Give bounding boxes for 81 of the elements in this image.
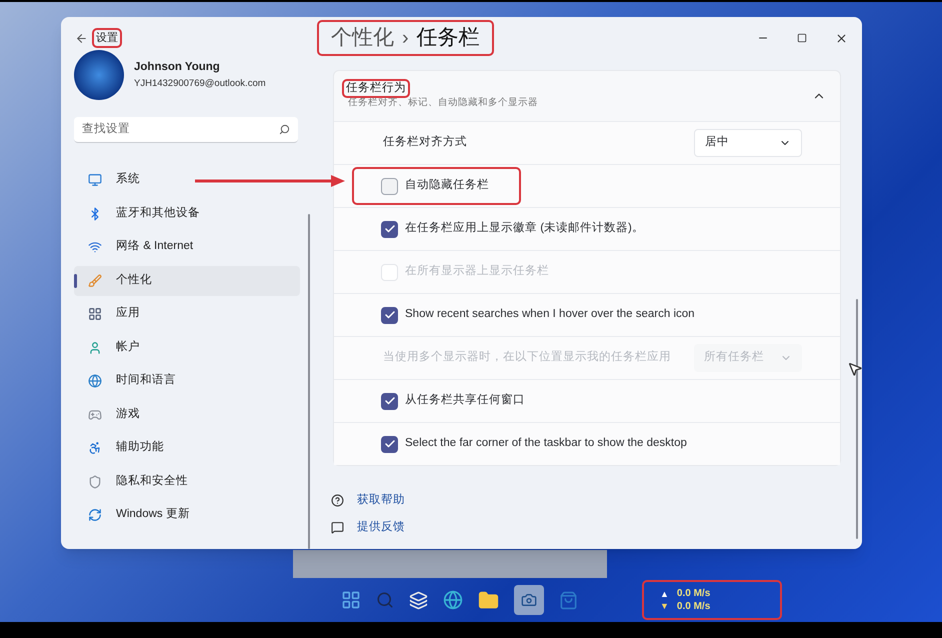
brush-icon [88,274,102,288]
download-speed: 0.0 M/s [676,600,710,613]
nav-label: 帐户 [116,339,140,355]
feedback-icon [331,521,344,534]
breadcrumb-separator: › [402,26,409,51]
start-icon[interactable] [341,590,361,610]
nav-item[interactable]: 个性化 [74,266,300,296]
nav-item[interactable]: 隐私和安全性 [74,466,300,496]
selection-indicator [74,274,77,288]
apps-grid-icon [88,307,102,321]
person-icon [88,340,102,354]
help-link[interactable]: 提供反馈 [357,519,405,536]
globe-icon [88,374,102,388]
accessibility-icon [88,441,102,455]
nav-label: 蓝牙和其他设备 [116,206,200,221]
user-email: YJH1432900769@outlook.com [134,76,266,90]
browser-icon[interactable] [443,590,463,610]
checkbox-label: 自动隐藏任务栏 [405,178,489,194]
upload-speed: 0.0 M/s [676,587,710,600]
setting-label: 任务栏对齐方式 [383,134,468,150]
upload-arrow: ▲ [660,588,669,600]
shield-icon [88,474,102,488]
nav-item[interactable]: 帐户 [74,332,300,362]
nav-item[interactable]: 蓝牙和其他设备 [74,198,300,228]
camera-app-button[interactable] [514,585,544,615]
checkbox[interactable] [381,178,398,194]
section-subtitle: 任务栏对齐、标记、自动隐藏和多个显示器 [347,96,539,110]
nav-label: 辅助功能 [116,440,164,456]
mouse-pointer-icon [847,361,862,377]
breadcrumb-parent[interactable]: 个性化 [331,22,394,54]
nav-label: 个性化 [116,272,152,288]
help-icon [331,494,344,508]
check-icon [384,309,396,321]
nav-label: 隐私和安全性 [116,474,188,489]
checkbox[interactable] [381,392,398,410]
wifi-icon [88,240,102,254]
nav-item[interactable]: 辅助功能 [74,433,300,463]
help-link[interactable]: 获取帮助 [357,492,405,510]
checkbox[interactable] [381,306,398,324]
nav-label: 游戏 [116,406,140,422]
nav-item[interactable]: 应用 [74,299,300,329]
nav-item[interactable]: 网络 & Internet [74,232,300,262]
checkbox-label: 在所有显示器上显示任务栏 [405,264,549,280]
checkbox-label: 在任务栏应用上显示徽章 (未读邮件计数器)。 [405,220,644,236]
nav-label: 网络 & Internet [116,238,194,254]
monitor-icon [88,173,102,187]
camera-icon [521,592,537,608]
refresh-icon [88,508,102,522]
section-title: 任务栏行为 [344,81,408,96]
nav-item[interactable]: 游戏 [74,400,300,430]
nav-item[interactable]: 时间和语言 [74,366,300,396]
check-icon [384,395,396,407]
user-name: Johnson Young [134,60,221,76]
nav-label: 应用 [116,306,140,322]
download-arrow: ▼ [660,600,669,612]
nav-label: 系统 [116,171,140,188]
check-icon [384,223,396,235]
avatar [74,50,124,100]
checkbox[interactable] [381,220,398,238]
check-icon [384,438,396,450]
search-input[interactable]: 查找设置 [82,120,279,138]
search-field[interactable]: 查找设置 [74,117,298,143]
back-icon[interactable] [75,32,88,44]
checkbox[interactable] [381,436,398,452]
nav-label: Windows 更新 [116,506,190,522]
gamepad-icon [88,408,102,422]
search-icon [279,124,290,135]
checkbox-label: 从任务栏共享任何窗口 [405,392,525,408]
setting-label: 当使用多个显示器时，在以下位置显示我的任务栏应用 [383,350,672,366]
checkbox-label: Show recent searches when I hover over the search icon [405,307,695,322]
nav-item[interactable]: Windows 更新 [74,500,300,530]
page-title: 任务栏 [416,25,480,52]
nav-label: 时间和语言 [116,372,176,388]
nav-item[interactable]: 系统 [74,165,300,195]
dropdown[interactable]: 居中 [694,129,802,157]
window-title: 设置 [94,30,120,46]
task-view-icon[interactable] [409,590,428,610]
maximize-icon[interactable] [797,33,807,43]
folder-icon[interactable] [478,590,499,610]
checkbox-label: Select the far corner of the taskbar to show the desktop [405,436,687,452]
close-icon[interactable] [835,32,848,44]
